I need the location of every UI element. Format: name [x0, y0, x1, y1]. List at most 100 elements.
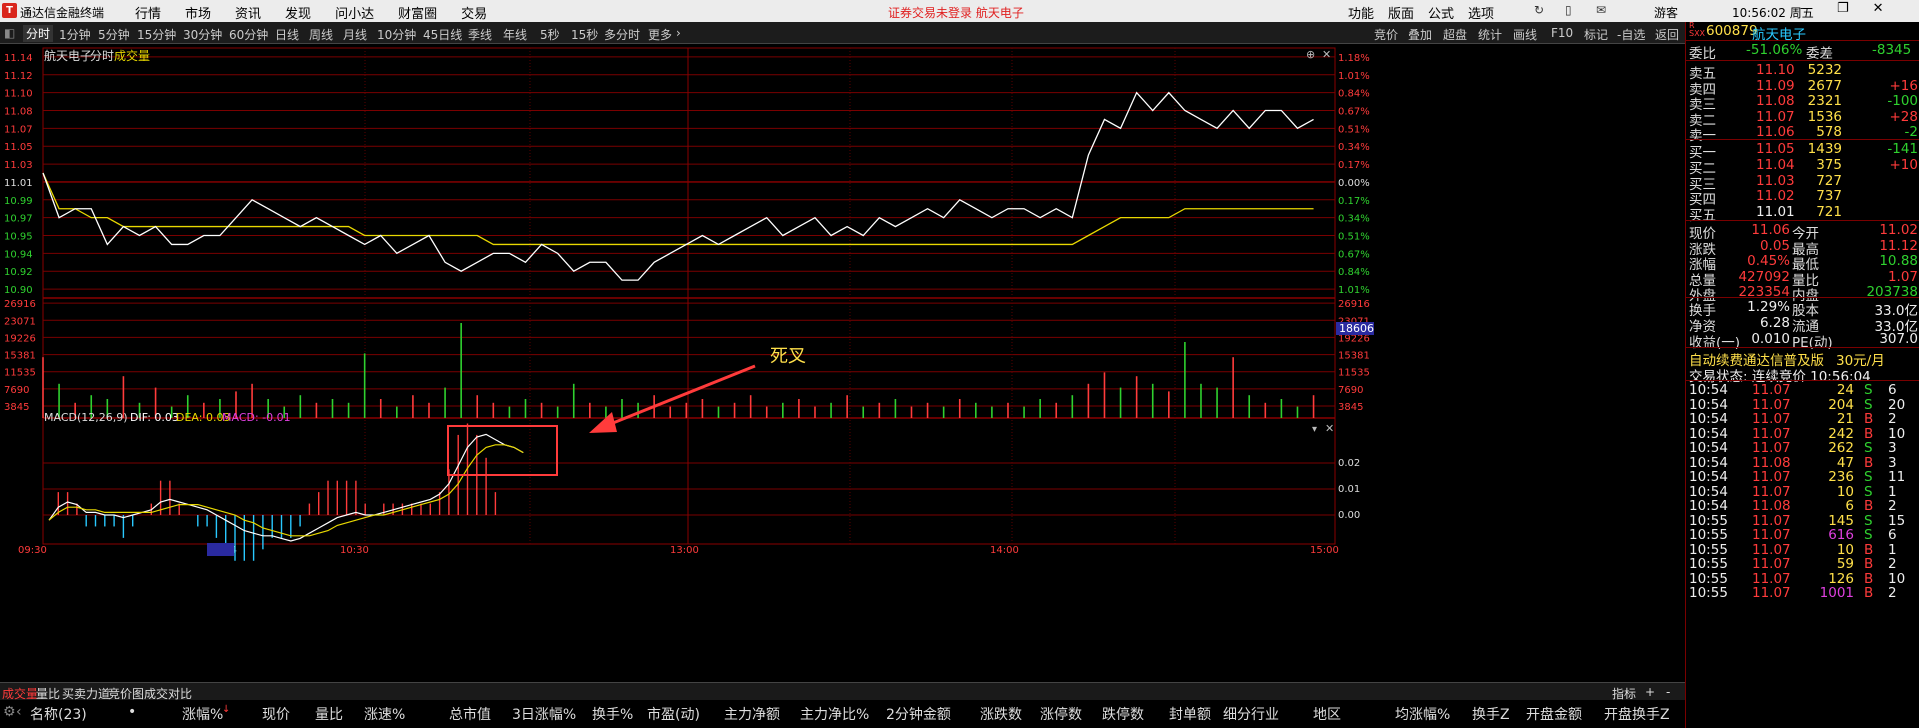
tool-watchlist[interactable]: -自选 — [1617, 26, 1645, 43]
period-15sec[interactable]: 15秒 — [571, 26, 598, 43]
col-3day-change[interactable]: 3日涨幅% — [512, 704, 576, 724]
volume-bar — [975, 402, 977, 418]
col-volume-ratio[interactable]: 量比 — [315, 704, 343, 724]
volume-bar — [1200, 383, 1202, 418]
bid-volume: 737 — [1816, 188, 1842, 205]
col-speed[interactable]: 涨速% — [364, 704, 405, 724]
period-quarterly[interactable]: 季线 — [468, 26, 492, 43]
menu-function[interactable]: 功能 — [1348, 3, 1374, 22]
guest-user[interactable]: 游客 — [1654, 4, 1678, 21]
add-button[interactable]: + — [1645, 685, 1655, 699]
col-turnover[interactable]: 换手% — [592, 704, 633, 724]
phone-icon[interactable]: ▯ — [1565, 3, 1572, 17]
macd-dif-value: DIF: 0.03 — [130, 411, 179, 424]
tick-price: 11.07 — [1752, 585, 1791, 601]
col-main-net-pct[interactable]: 主力净比% — [800, 704, 869, 724]
tool-draw[interactable]: 画线 — [1513, 26, 1537, 43]
intraday-chart[interactable]: 11.14 11.12 11.10 11.08 11.07 11.05 11.03 11.01… — [0, 44, 1685, 682]
menu-layout[interactable]: 版面 — [1388, 3, 1414, 22]
menu-trade[interactable]: 交易 — [461, 3, 487, 22]
tool-back[interactable]: 返回 — [1655, 26, 1679, 43]
col-avg-change[interactable]: 均涨幅% — [1395, 704, 1450, 724]
minimize-icon[interactable]: — — [1800, 1, 1813, 16]
volume-bar — [1023, 406, 1025, 418]
period-45day[interactable]: 45日线 — [423, 26, 462, 43]
period-1min[interactable]: 1分钟 — [59, 26, 91, 43]
volume-bar — [347, 402, 350, 418]
sort-down-icon[interactable]: ↓ — [222, 704, 230, 715]
col-market-cap[interactable]: 总市值 — [449, 704, 491, 724]
period-multi[interactable]: 多分时 — [604, 26, 640, 43]
chevron-left-icon[interactable]: ‹ — [16, 704, 22, 720]
menu-wenxiaoda[interactable]: 问小达 — [335, 3, 374, 22]
period-60min[interactable]: 60分钟 — [229, 26, 268, 43]
col-seal-amount[interactable]: 封单额 — [1169, 704, 1211, 724]
tick-side: B — [1864, 585, 1874, 601]
close-icon[interactable]: ✕ — [1873, 1, 1884, 16]
period-intraday[interactable]: 分时 — [23, 25, 54, 42]
period-yearly[interactable]: 年线 — [503, 26, 527, 43]
tool-overlay[interactable]: 叠加 — [1408, 26, 1432, 43]
col-change-pct[interactable]: 涨幅% — [182, 704, 223, 724]
volume-bar — [830, 402, 832, 418]
login-warning[interactable]: 证券交易未登录 航天电子 — [888, 4, 1024, 21]
window-controls: — ❐ ✕ — [1800, 1, 1884, 16]
volume-bar — [476, 395, 479, 418]
annotation-arrow — [607, 364, 756, 427]
menu-discover[interactable]: 发现 — [285, 3, 311, 22]
volume-bar — [733, 402, 736, 418]
period-weekly[interactable]: 周线 — [309, 26, 333, 43]
volume-bar — [1151, 383, 1154, 418]
volume-tick-label: 7690 — [1338, 385, 1363, 396]
tool-super[interactable]: 超盘 — [1443, 26, 1467, 43]
panel-toggle-icon[interactable]: ◧ — [4, 26, 15, 40]
col-limit-down[interactable]: 跌停数 — [1102, 704, 1144, 724]
settings-gear-icon[interactable]: ⚙ — [3, 704, 16, 720]
tool-stats[interactable]: 统计 — [1478, 26, 1502, 43]
menu-wealth-circle[interactable]: 财富圈 — [398, 3, 437, 22]
volume-bar — [556, 406, 559, 418]
col-2min-amount[interactable]: 2分钟金额 — [886, 704, 951, 724]
col-dot[interactable]: • — [128, 704, 136, 720]
title-bar: T 通达信金融终端 行情 市场 资讯 发现 问小达 财富圈 交易 证券交易未登录… — [0, 0, 1919, 22]
col-open-turnover-z[interactable]: 开盘换手Z — [1604, 704, 1670, 724]
col-main-net[interactable]: 主力净额 — [724, 704, 780, 724]
bid-volume: 1439 — [1807, 141, 1842, 157]
refresh-icon[interactable]: ↻ — [1534, 3, 1544, 17]
period-5sec[interactable]: 5秒 — [540, 26, 560, 43]
volume-bar — [621, 399, 623, 418]
col-turnover-z[interactable]: 换手Z — [1472, 704, 1510, 724]
remove-button[interactable]: - — [1666, 685, 1670, 699]
period-10min[interactable]: 10分钟 — [377, 26, 416, 43]
col-industry[interactable]: 细分行业 — [1223, 704, 1279, 724]
price-tick-label: 11.03 — [4, 160, 33, 171]
tool-auction[interactable]: 竞价 — [1374, 26, 1398, 43]
app-title: 通达信金融终端 — [20, 6, 105, 20]
col-price[interactable]: 现价 — [262, 704, 290, 724]
col-up-down-count[interactable]: 涨跌数 — [980, 704, 1022, 724]
period-5min[interactable]: 5分钟 — [98, 26, 130, 43]
period-more[interactable]: 更多 — [648, 26, 672, 43]
chevron-right-icon[interactable]: › — [676, 26, 681, 40]
menu-formula[interactable]: 公式 — [1428, 3, 1454, 22]
period-30min[interactable]: 30分钟 — [183, 26, 222, 43]
period-15min[interactable]: 15分钟 — [137, 26, 176, 43]
tool-mark[interactable]: 标记 — [1584, 26, 1608, 43]
col-limit-up[interactable]: 涨停数 — [1040, 704, 1082, 724]
col-region[interactable]: 地区 — [1313, 704, 1341, 724]
volume-tick-label: 7690 — [4, 385, 29, 396]
menu-quotes[interactable]: 行情 — [135, 3, 161, 22]
menu-options[interactable]: 选项 — [1468, 3, 1494, 22]
col-pe[interactable]: 市盈(动) — [647, 704, 700, 724]
col-open-amount[interactable]: 开盘金额 — [1526, 704, 1582, 724]
volume-bar — [846, 395, 848, 418]
period-monthly[interactable]: 月线 — [343, 26, 367, 43]
tool-f10[interactable]: F10 — [1551, 26, 1573, 40]
period-daily[interactable]: 日线 — [275, 26, 299, 43]
menu-news[interactable]: 资讯 — [235, 3, 261, 22]
mail-icon[interactable]: ✉ — [1596, 3, 1606, 17]
macd-tick-label: 0.00 — [1338, 510, 1360, 521]
menu-market[interactable]: 市场 — [185, 3, 211, 22]
restore-icon[interactable]: ❐ — [1837, 1, 1849, 16]
col-name[interactable]: 名称(23) — [30, 704, 87, 724]
